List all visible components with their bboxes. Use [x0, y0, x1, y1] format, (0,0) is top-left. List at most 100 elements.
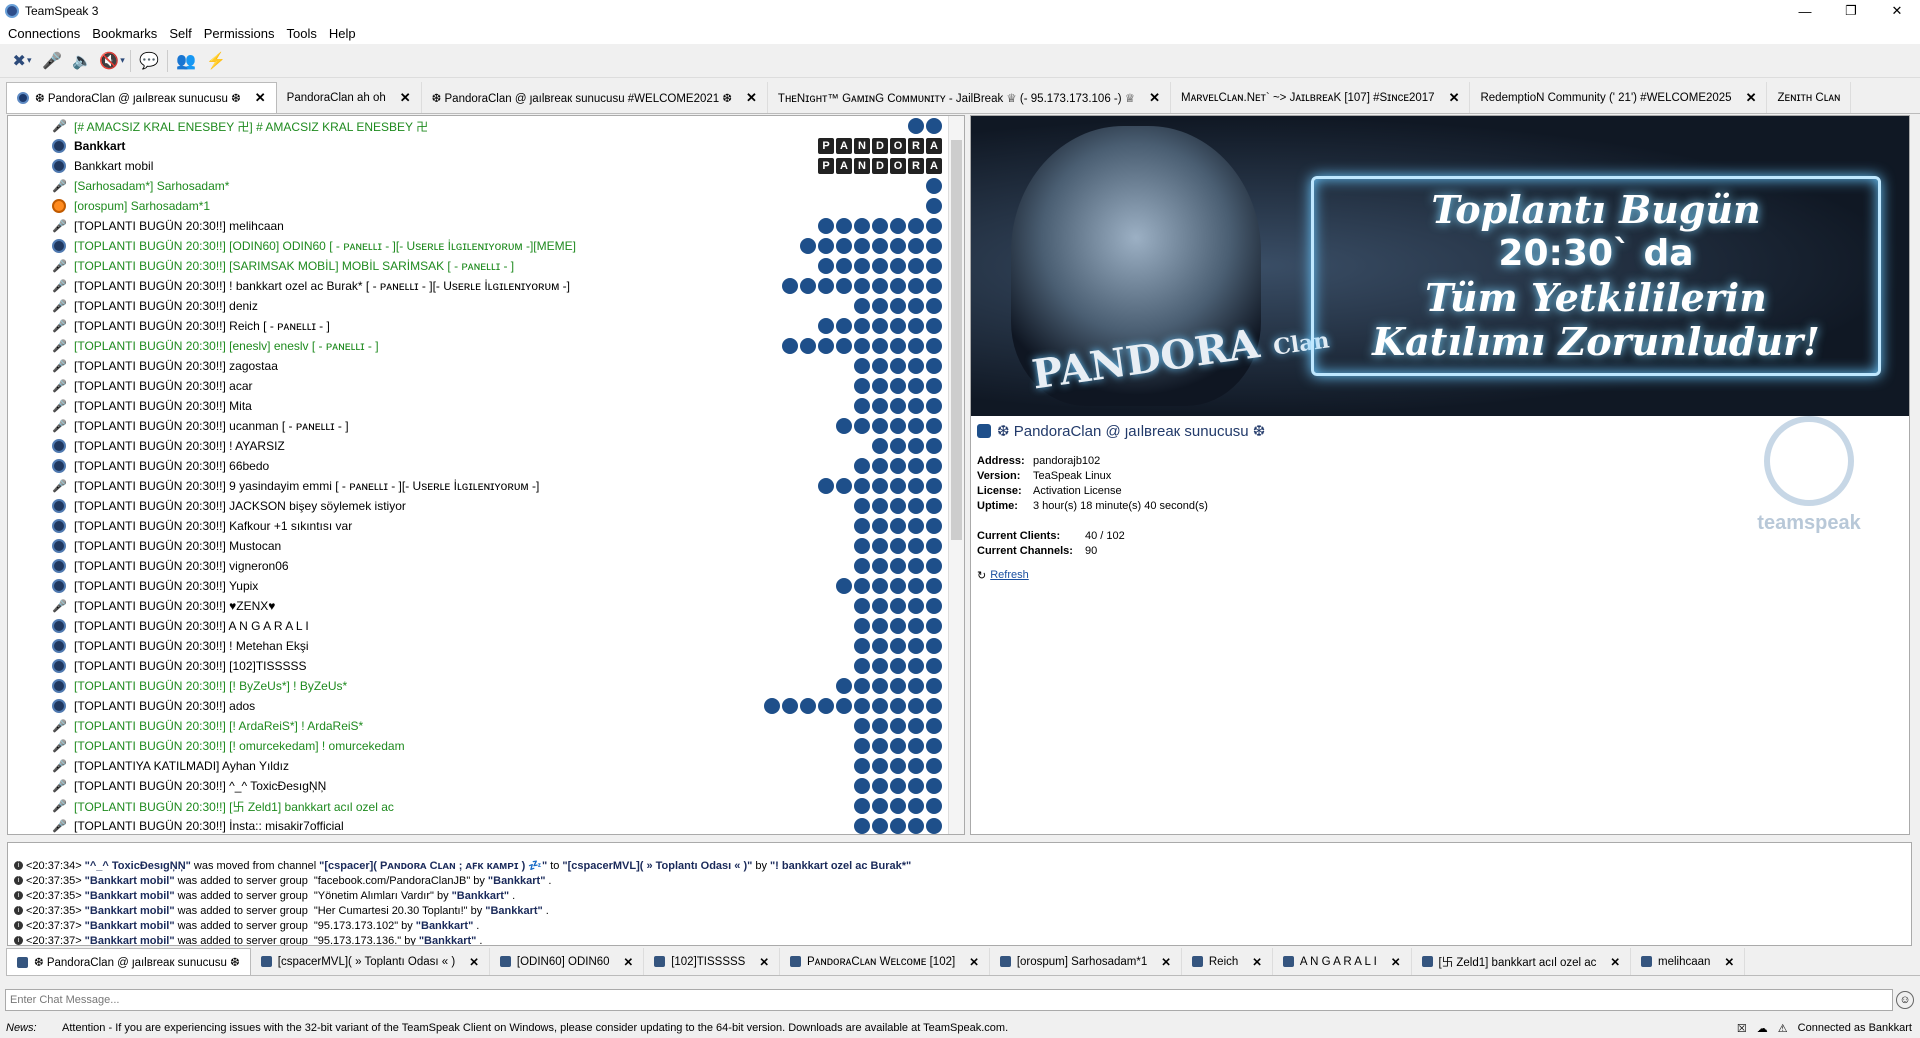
- menu-connections[interactable]: Connections: [4, 26, 88, 41]
- close-chat-tab-icon[interactable]: ✕: [1610, 955, 1620, 969]
- chat-tab[interactable]: A N G A R A L I ✕: [1273, 948, 1412, 975]
- close-chat-tab-icon[interactable]: ✕: [969, 955, 979, 969]
- client-row[interactable]: 🎤 [TOPLANTI BUGÜN 20:30!!] 9 yasindayim e…: [8, 476, 964, 496]
- server-tab[interactable]: PandoraClan ah oh ✕: [276, 82, 422, 113]
- chat-tab[interactable]: ❆ PandoraClan @ ȷaılвreaк sunucusu ❆: [6, 948, 251, 975]
- chat-tab[interactable]: [cspacerMVL]( » Toplantı Odası « ) ✕: [251, 948, 490, 975]
- server-tab[interactable]: Zᴇɴɪᴛʜ Cʟᴀɴ: [1767, 82, 1852, 113]
- close-button[interactable]: ✕: [1874, 0, 1920, 22]
- menu-permissions[interactable]: Permissions: [200, 26, 283, 41]
- close-tab-icon[interactable]: ✕: [746, 90, 757, 106]
- client-row[interactable]: 🎤 [TOPLANTI BUGÜN 20:30!!] ! bankkart oze…: [8, 276, 964, 296]
- client-row[interactable]: [TOPLANTI BUGÜN 20:30!!] A N G A R A L I: [8, 616, 964, 636]
- client-row[interactable]: [TOPLANTI BUGÜN 20:30!!] Yupix: [8, 576, 964, 596]
- close-chat-tab-icon[interactable]: ✕: [1724, 955, 1734, 969]
- scrollbar-thumb[interactable]: [951, 140, 962, 540]
- subscribe-icon[interactable]: 💬: [137, 49, 161, 73]
- client-row[interactable]: [TOPLANTI BUGÜN 20:30!!] [ODIN60] ODIN60…: [8, 236, 964, 256]
- client-row[interactable]: [TOPLANTI BUGÜN 20:30!!] ! Metehan Ekşi: [8, 636, 964, 656]
- close-chat-tab-icon[interactable]: ✕: [1252, 955, 1262, 969]
- menu-help[interactable]: Help: [325, 26, 364, 41]
- client-row[interactable]: [TOPLANTI BUGÜN 20:30!!] [102]TISSSSS: [8, 656, 964, 676]
- server-tab[interactable]: ❆ PandoraClan @ ȷaılвreaк sunucusu #WELC…: [421, 82, 768, 113]
- server-tab[interactable]: TʜᴇNɪɢʜᴛ™ GᴀᴍɪɴG Cᴏᴍᴍᴜɴɪᴛʏ - JailBreak ♕…: [767, 82, 1171, 113]
- maximize-button[interactable]: ❐: [1828, 0, 1874, 22]
- close-chat-tab-icon[interactable]: ✕: [469, 955, 479, 969]
- client-row[interactable]: [TOPLANTI BUGÜN 20:30!!] JACKSON bişey s…: [8, 496, 964, 516]
- close-chat-tab-icon[interactable]: ✕: [1391, 955, 1401, 969]
- close-tab-icon[interactable]: ✕: [1449, 90, 1460, 106]
- client-row[interactable]: 🎤 [TOPLANTI BUGÜN 20:30!!] [SARIMSAK MOBİ…: [8, 256, 964, 276]
- info-icon: i: [14, 876, 23, 885]
- client-row[interactable]: 🎤 [TOPLANTI BUGÜN 20:30!!] [卐 Zeld1] bank…: [8, 796, 964, 816]
- emoji-icon[interactable]: ☺: [1896, 991, 1914, 1009]
- client-row[interactable]: 🎤 [TOPLANTI BUGÜN 20:30!!] [eneslv] enesl…: [8, 336, 964, 356]
- chat-tab[interactable]: [卐 Zeld1] bankkart acıl ozel ac ✕: [1412, 948, 1632, 975]
- cloud-icon[interactable]: ☁: [1757, 1022, 1768, 1035]
- client-row[interactable]: 🎤 [TOPLANTIYA KATILMADI] Ayhan Yıldız: [8, 756, 964, 776]
- disconnect-icon[interactable]: ✖: [10, 49, 34, 73]
- close-chat-tab-icon[interactable]: ✕: [759, 955, 769, 969]
- client-row[interactable]: [TOPLANTI BUGÜN 20:30!!] 66bedo: [8, 456, 964, 476]
- chat-input[interactable]: Enter Chat Message...: [5, 989, 1893, 1011]
- client-row[interactable]: 🎤 [TOPLANTI BUGÜN 20:30!!] ^_^ ToxicĐesıg…: [8, 776, 964, 796]
- minimize-button[interactable]: —: [1782, 0, 1828, 22]
- group-badges: [854, 498, 942, 514]
- client-row[interactable]: [TOPLANTI BUGÜN 20:30!!] [! ByZeUs*] ! B…: [8, 676, 964, 696]
- client-row[interactable]: 🎤 [TOPLANTI BUGÜN 20:30!!] zagostaa: [8, 356, 964, 376]
- close-chat-tab-icon[interactable]: ✕: [1161, 955, 1171, 969]
- client-row[interactable]: 🎤 [TOPLANTI BUGÜN 20:30!!] ♥ZENX♥: [8, 596, 964, 616]
- client-row[interactable]: [TOPLANTI BUGÜN 20:30!!] ! AYARSIZ: [8, 436, 964, 456]
- refresh-label[interactable]: Refresh: [990, 569, 1029, 582]
- close-tab-icon[interactable]: ✕: [1746, 90, 1757, 106]
- tree-scrollbar[interactable]: [948, 116, 964, 834]
- group-badge-icon: [872, 598, 888, 614]
- client-row[interactable]: [orospum] Sarhosadam*1: [8, 196, 964, 216]
- menu-bookmarks[interactable]: Bookmarks: [88, 26, 165, 41]
- chat-log[interactable]: i <20:37:34> "^_^ ToxicĐesıgŅŅ" was moved …: [7, 842, 1912, 946]
- close-tab-icon[interactable]: ✕: [400, 90, 411, 106]
- client-row[interactable]: 🎤 [Sarhosadam*] Sarhosadam*: [8, 176, 964, 196]
- client-row[interactable]: 🎤 [TOPLANTI BUGÜN 20:30!!] [! ArdaReiS*] …: [8, 716, 964, 736]
- chat-tab[interactable]: PᴀɴᴅᴏʀᴀCʟᴀɴ Wᴇʟᴄᴏᴍᴇ [102] ✕: [780, 948, 990, 975]
- whisper-icon[interactable]: ⚡: [204, 49, 228, 73]
- chat-tab[interactable]: [orospum] Sarhosadam*1 ✕: [990, 948, 1182, 975]
- contacts-icon[interactable]: 👥: [174, 49, 198, 73]
- server-tab[interactable]: MᴀʀᴠᴇʟCʟᴀɴ.Nᴇᴛ` ~> JᴀɪʟʙʀᴇᴀK [107] #Sɪɴᴄ…: [1170, 82, 1471, 113]
- client-row[interactable]: 🎤 [TOPLANTI BUGÜN 20:30!!] acar: [8, 376, 964, 396]
- client-row[interactable]: 🎤 [TOPLANTI BUGÜN 20:30!!] ucanman [ - ᴘᴀ…: [8, 416, 964, 436]
- group-badges: PANDORA: [818, 138, 942, 154]
- client-row[interactable]: 🎤 [TOPLANTI BUGÜN 20:30!!] Mita: [8, 396, 964, 416]
- client-row[interactable]: [TOPLANTI BUGÜN 20:30!!] Kafkour +1 sıkı…: [8, 516, 964, 536]
- client-row[interactable]: [TOPLANTI BUGÜN 20:30!!] Mustocan: [8, 536, 964, 556]
- client-row[interactable]: 🎤 [TOPLANTI BUGÜN 20:30!!] deniz: [8, 296, 964, 316]
- chat-tab[interactable]: [102]TISSSSS ✕: [644, 948, 780, 975]
- client-row[interactable]: Bankkart mobil P A N D O R A: [8, 156, 964, 176]
- client-row[interactable]: 🎤 [TOPLANTI BUGÜN 20:30!!] [! omurcekedam…: [8, 736, 964, 756]
- client-row[interactable]: 🎤 [# AMACSIZ KRAL ENESBEY 卍] # AMACSIZ KR…: [8, 116, 964, 136]
- client-row[interactable]: 🎤 [TOPLANTI BUGÜN 20:30!!] İnsta:: misaki…: [8, 816, 964, 834]
- chat-tab[interactable]: Reich ✕: [1182, 948, 1273, 975]
- client-row[interactable]: Bankkart P A N D O R A: [8, 136, 964, 156]
- client-row[interactable]: [TOPLANTI BUGÜN 20:30!!] vigneron06: [8, 556, 964, 576]
- warning-icon[interactable]: ⚠: [1778, 1022, 1788, 1035]
- client-row[interactable]: 🎤 [TOPLANTI BUGÜN 20:30!!] Reich [ - ᴘᴀɴᴇ…: [8, 316, 964, 336]
- menu-self[interactable]: Self: [165, 26, 199, 41]
- server-tab[interactable]: RedemptioN Community (' 21') #WELCOME202…: [1470, 82, 1768, 113]
- mute-speakers-icon[interactable]: 🔈: [70, 49, 94, 73]
- menu-tools[interactable]: Tools: [283, 26, 325, 41]
- close-news-icon[interactable]: ☒: [1737, 1022, 1747, 1035]
- refresh-link[interactable]: ↻ Refresh: [977, 569, 1903, 582]
- chat-tab[interactable]: [ODIN60] ODIN60 ✕: [490, 948, 645, 975]
- away-icon[interactable]: 🔇: [99, 49, 124, 73]
- close-chat-tab-icon[interactable]: ✕: [624, 955, 634, 969]
- mute-microphone-icon[interactable]: 🎤: [40, 49, 64, 73]
- banner-announcement: Toplantı Bugün 20:30` da Tüm Yetkilileri…: [1311, 176, 1881, 376]
- chat-tab[interactable]: melihcaan ✕: [1631, 948, 1746, 975]
- close-tab-icon[interactable]: ✕: [1149, 90, 1160, 106]
- server-tab[interactable]: ❆ PandoraClan @ ȷaılвreaк sunucusu ❆ ✕: [6, 82, 277, 113]
- channel-tree[interactable]: 🎤 [# AMACSIZ KRAL ENESBEY 卍] # AMACSIZ KR…: [7, 115, 965, 835]
- client-row[interactable]: [TOPLANTI BUGÜN 20:30!!] ados: [8, 696, 964, 716]
- close-tab-icon[interactable]: ✕: [255, 90, 266, 106]
- client-row[interactable]: 🎤 [TOPLANTI BUGÜN 20:30!!] melihcaan: [8, 216, 964, 236]
